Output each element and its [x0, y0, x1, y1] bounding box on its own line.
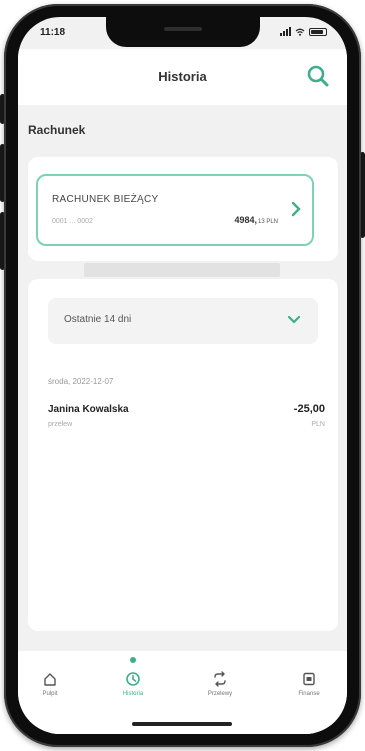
period-filter-label: Ostatnie 14 dni: [64, 314, 132, 325]
app-header: Historia: [18, 49, 347, 105]
nav-label-transfers: Przelewy: [207, 691, 233, 697]
wifi-icon: [295, 28, 305, 36]
nav-label-history: Historia: [122, 691, 144, 697]
nav-tab-history[interactable]: Historia: [105, 657, 161, 713]
chevron-down-icon: [287, 315, 301, 324]
page-title: Historia: [158, 69, 207, 84]
account-number: 0001 ... 0002: [52, 218, 93, 225]
section-label: Rachunek: [28, 123, 86, 137]
transaction-currency: PLN: [311, 421, 325, 428]
chevron-right-icon: [291, 201, 301, 217]
nav-label-finance: Finanse: [298, 691, 320, 697]
card-shadow: [84, 263, 280, 277]
history-clock-icon: [126, 672, 140, 686]
signal-icon: [280, 27, 291, 36]
account-balance: 4984,13 PLN: [234, 215, 278, 225]
nav-tab-finance[interactable]: Finanse: [281, 663, 337, 713]
search-icon[interactable]: [305, 63, 331, 89]
period-filter[interactable]: Ostatnie 14 dni: [48, 298, 318, 344]
nav-tab-dashboard[interactable]: Pulpit: [22, 663, 78, 713]
status-icons: [280, 27, 327, 36]
status-time: 11:18: [40, 27, 66, 38]
battery-icon: [309, 27, 327, 36]
phone-mockup: 11:18 Historia Rachunek RACHUNEK BIEŻĄCY…: [0, 0, 365, 751]
active-indicator: [130, 657, 136, 663]
account-currency: 13 PLN: [257, 219, 278, 225]
transaction-type: przelew: [48, 421, 73, 428]
nav-tab-transfers[interactable]: Przelewy: [192, 663, 248, 713]
transaction-counterparty[interactable]: Janina Kowalska: [48, 404, 129, 415]
transaction-amount: -25,00: [293, 403, 325, 415]
finance-icon: [303, 672, 315, 686]
account-card[interactable]: RACHUNEK BIEŻĄCY 0001 ... 0002 4984,13 P…: [36, 174, 314, 246]
nav-label-dashboard: Pulpit: [42, 691, 58, 697]
home-indicator: [132, 722, 232, 726]
notch: [106, 17, 260, 47]
screen: 11:18 Historia Rachunek RACHUNEK BIEŻĄCY…: [18, 17, 347, 734]
transaction-date: środa, 2022-12-07: [48, 377, 114, 386]
account-name: RACHUNEK BIEŻĄCY: [52, 194, 159, 205]
transfer-arrows-icon: [214, 671, 226, 687]
home-icon: [44, 673, 56, 686]
